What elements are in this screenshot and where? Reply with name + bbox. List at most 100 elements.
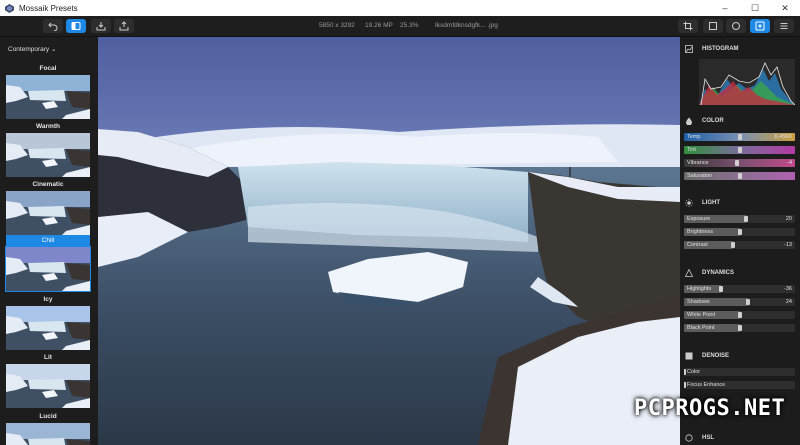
slider-label: Tint: [687, 147, 696, 153]
zoom-level: 25.3%: [400, 22, 419, 29]
crop-button[interactable]: [678, 19, 698, 33]
slider-knob[interactable]: [684, 382, 686, 388]
slider-label: Exposure: [687, 216, 711, 222]
export-icon: [119, 21, 129, 31]
preset-thumbnail: [5, 246, 91, 292]
slider-knob[interactable]: [737, 173, 742, 179]
circle-mask-button[interactable]: [726, 19, 746, 33]
slider-label: Vibrance: [687, 160, 709, 166]
denoise-section-title[interactable]: DENOISE: [685, 352, 729, 360]
slider-knob[interactable]: [684, 369, 686, 375]
slider-value: -4: [787, 160, 792, 166]
preset-item[interactable]: Lit: [6, 352, 90, 408]
undo-icon: [48, 22, 58, 31]
drop-icon: [686, 117, 692, 125]
dynamics-icon: [685, 269, 693, 277]
slider-knob[interactable]: [730, 242, 735, 248]
denoise-slider[interactable]: Color: [684, 368, 795, 376]
preset-label: Icy: [43, 296, 53, 303]
hsl-section-title[interactable]: HSL: [685, 434, 714, 442]
slider-knob[interactable]: [737, 229, 742, 235]
menu-button[interactable]: [774, 19, 794, 33]
preset-thumbnail: [6, 191, 90, 235]
undo-button[interactable]: [43, 19, 63, 33]
dynamics-slider[interactable]: Shadows 24: [684, 298, 795, 306]
preset-thumbnail: [6, 423, 90, 445]
slider-label: Black Point: [687, 325, 715, 331]
color-section-title[interactable]: COLOR: [685, 117, 724, 125]
slider-knob[interactable]: [737, 147, 742, 153]
dynamics-slider[interactable]: Black Point: [684, 324, 795, 332]
light-slider[interactable]: Contrast -13: [684, 241, 795, 249]
photo-canvas[interactable]: [98, 37, 680, 445]
preset-label: Chill: [6, 235, 90, 247]
square-mask-button[interactable]: [703, 19, 723, 33]
slider-label: Brightness: [687, 229, 713, 235]
preset-label: Cinematic: [32, 181, 64, 188]
app-logo-icon: [5, 3, 14, 13]
crop-icon: [683, 21, 693, 31]
preset-item[interactable]: Lucid: [6, 411, 90, 445]
slider-knob[interactable]: [737, 325, 742, 331]
title-bar: Mossaik Presets – ☐ ✕: [0, 0, 800, 16]
histogram-graph: [699, 59, 796, 106]
circle-icon: [732, 22, 740, 30]
minimize-button[interactable]: –: [710, 0, 740, 16]
preset-item[interactable]: Chill: [5, 235, 91, 292]
preset-item[interactable]: Focal: [6, 63, 90, 119]
slider-knob[interactable]: [746, 299, 751, 305]
adjust-button[interactable]: [750, 19, 770, 33]
dynamics-slider[interactable]: White Point: [684, 311, 795, 319]
close-button[interactable]: ✕: [770, 0, 800, 16]
image-megapixels: 19.26 MP: [365, 22, 393, 29]
color-slider[interactable]: Temp 6,456K: [684, 133, 795, 141]
color-slider[interactable]: Saturation: [684, 172, 795, 180]
chevron-down-icon: ⌄: [51, 46, 57, 53]
hsl-icon: [685, 434, 693, 442]
color-slider[interactable]: Tint: [684, 146, 795, 154]
preset-thumbnail: [6, 364, 90, 408]
slider-knob[interactable]: [718, 286, 723, 292]
preset-thumbnail: [6, 133, 90, 177]
light-section-title[interactable]: LIGHT: [685, 199, 720, 207]
preset-thumbnail: [6, 306, 90, 350]
light-slider[interactable]: Exposure 20: [684, 215, 795, 223]
slider-value: 6,456K: [774, 134, 792, 140]
import-button[interactable]: [91, 19, 111, 33]
watermark-text: PCPROGS.NET: [634, 396, 786, 421]
presets-panel: Contemporary ⌄ Focal Warmth Cinematic Chill…: [0, 37, 98, 445]
compare-icon: [71, 22, 81, 30]
color-slider[interactable]: Vibrance -4: [684, 159, 795, 167]
denoise-slider[interactable]: Focus Enhance: [684, 381, 795, 389]
slider-knob[interactable]: [744, 216, 749, 222]
slider-knob[interactable]: [735, 160, 740, 166]
preset-label: Lit: [44, 354, 52, 361]
slider-label: Shadows: [687, 299, 710, 305]
preset-item[interactable]: Cinematic: [6, 179, 90, 235]
sun-icon: [685, 199, 693, 207]
slider-label: Temp: [687, 134, 701, 140]
dynamics-section-title[interactable]: DYNAMICS: [685, 269, 734, 277]
menu-icon: [780, 23, 788, 29]
slider-value: -13: [784, 242, 792, 248]
preset-category-dropdown[interactable]: Contemporary ⌄: [8, 45, 56, 53]
dynamics-slider[interactable]: Highlights -36: [684, 285, 795, 293]
import-icon: [96, 22, 106, 31]
light-slider[interactable]: Brightness: [684, 228, 795, 236]
export-button[interactable]: [114, 19, 134, 33]
adjustments-panel: HISTOGRAM COLOR Temp 6,456K Tint Vibrance -4 S…: [680, 37, 800, 445]
slider-value: 24: [785, 299, 792, 305]
maximize-button[interactable]: ☐: [740, 0, 770, 16]
preset-item[interactable]: Warmth: [6, 121, 90, 177]
preset-label: Lucid: [39, 413, 57, 420]
slider-knob[interactable]: [737, 312, 742, 318]
square-icon: [709, 22, 717, 30]
compare-button[interactable]: [66, 19, 86, 33]
slider-knob[interactable]: [737, 134, 742, 140]
histogram-icon: [685, 45, 693, 53]
preset-label: Focal: [39, 65, 57, 72]
top-toolbar: 5850 x 3292 19.26 MP 25.3% Iksdmfdknsdgf…: [0, 16, 800, 37]
slider-label: Contrast: [687, 242, 708, 248]
preset-item[interactable]: Icy: [6, 294, 90, 350]
preset-category-label: Contemporary: [8, 46, 50, 53]
